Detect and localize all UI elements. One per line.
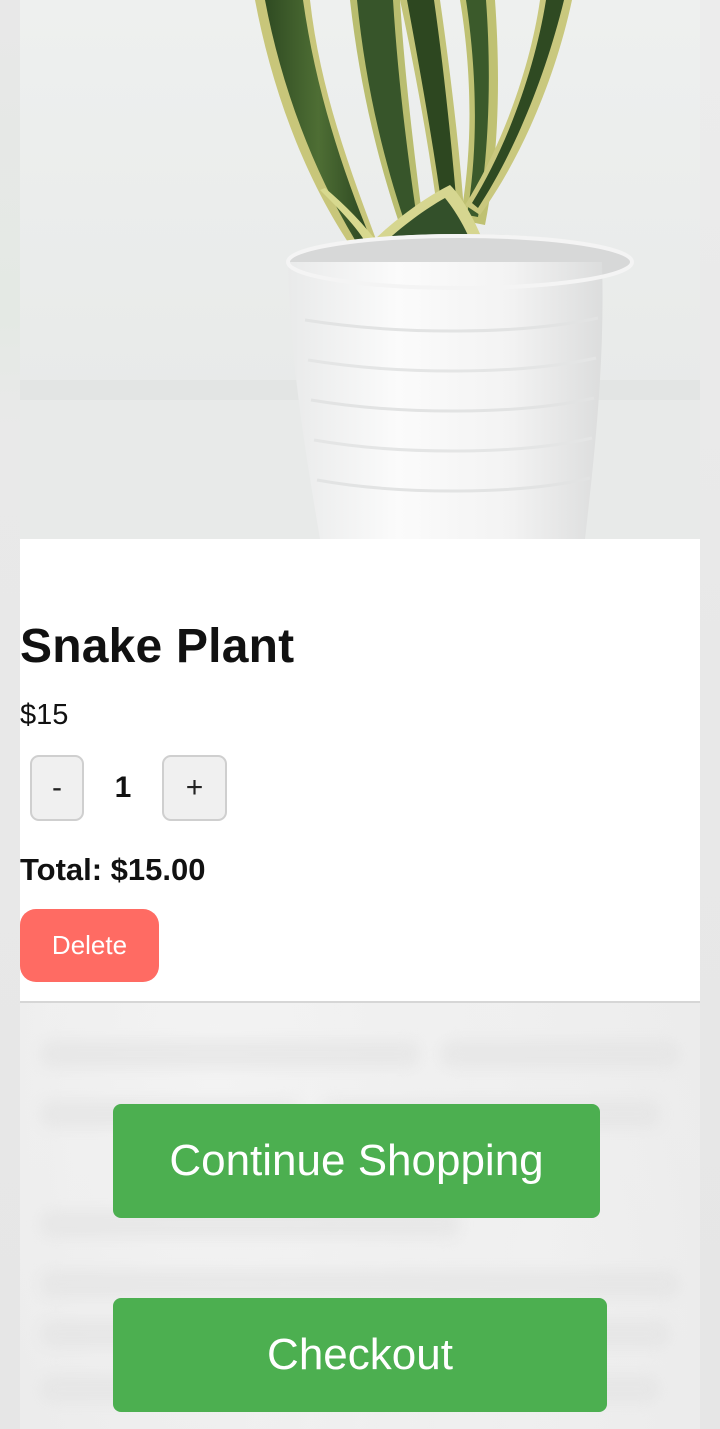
quantity-increase-button[interactable]: + [162,755,227,821]
quantity-value: 1 [114,771,132,804]
item-total: Total: $15.00 [20,852,206,887]
continue-shopping-button[interactable]: Continue Shopping [113,1104,600,1218]
background-left [0,0,20,1429]
cart-item-card: Snake Plant $15 - 1 + Total: $15.00 Dele… [20,539,700,1003]
snake-plant-illustration [20,0,700,539]
background-right [700,0,720,1429]
product-image [20,0,700,539]
quantity-decrease-button[interactable]: - [30,755,84,821]
product-name: Snake Plant [20,620,295,673]
checkout-button[interactable]: Checkout [113,1298,607,1412]
delete-button[interactable]: Delete [20,909,159,982]
product-price: $15 [20,699,69,731]
